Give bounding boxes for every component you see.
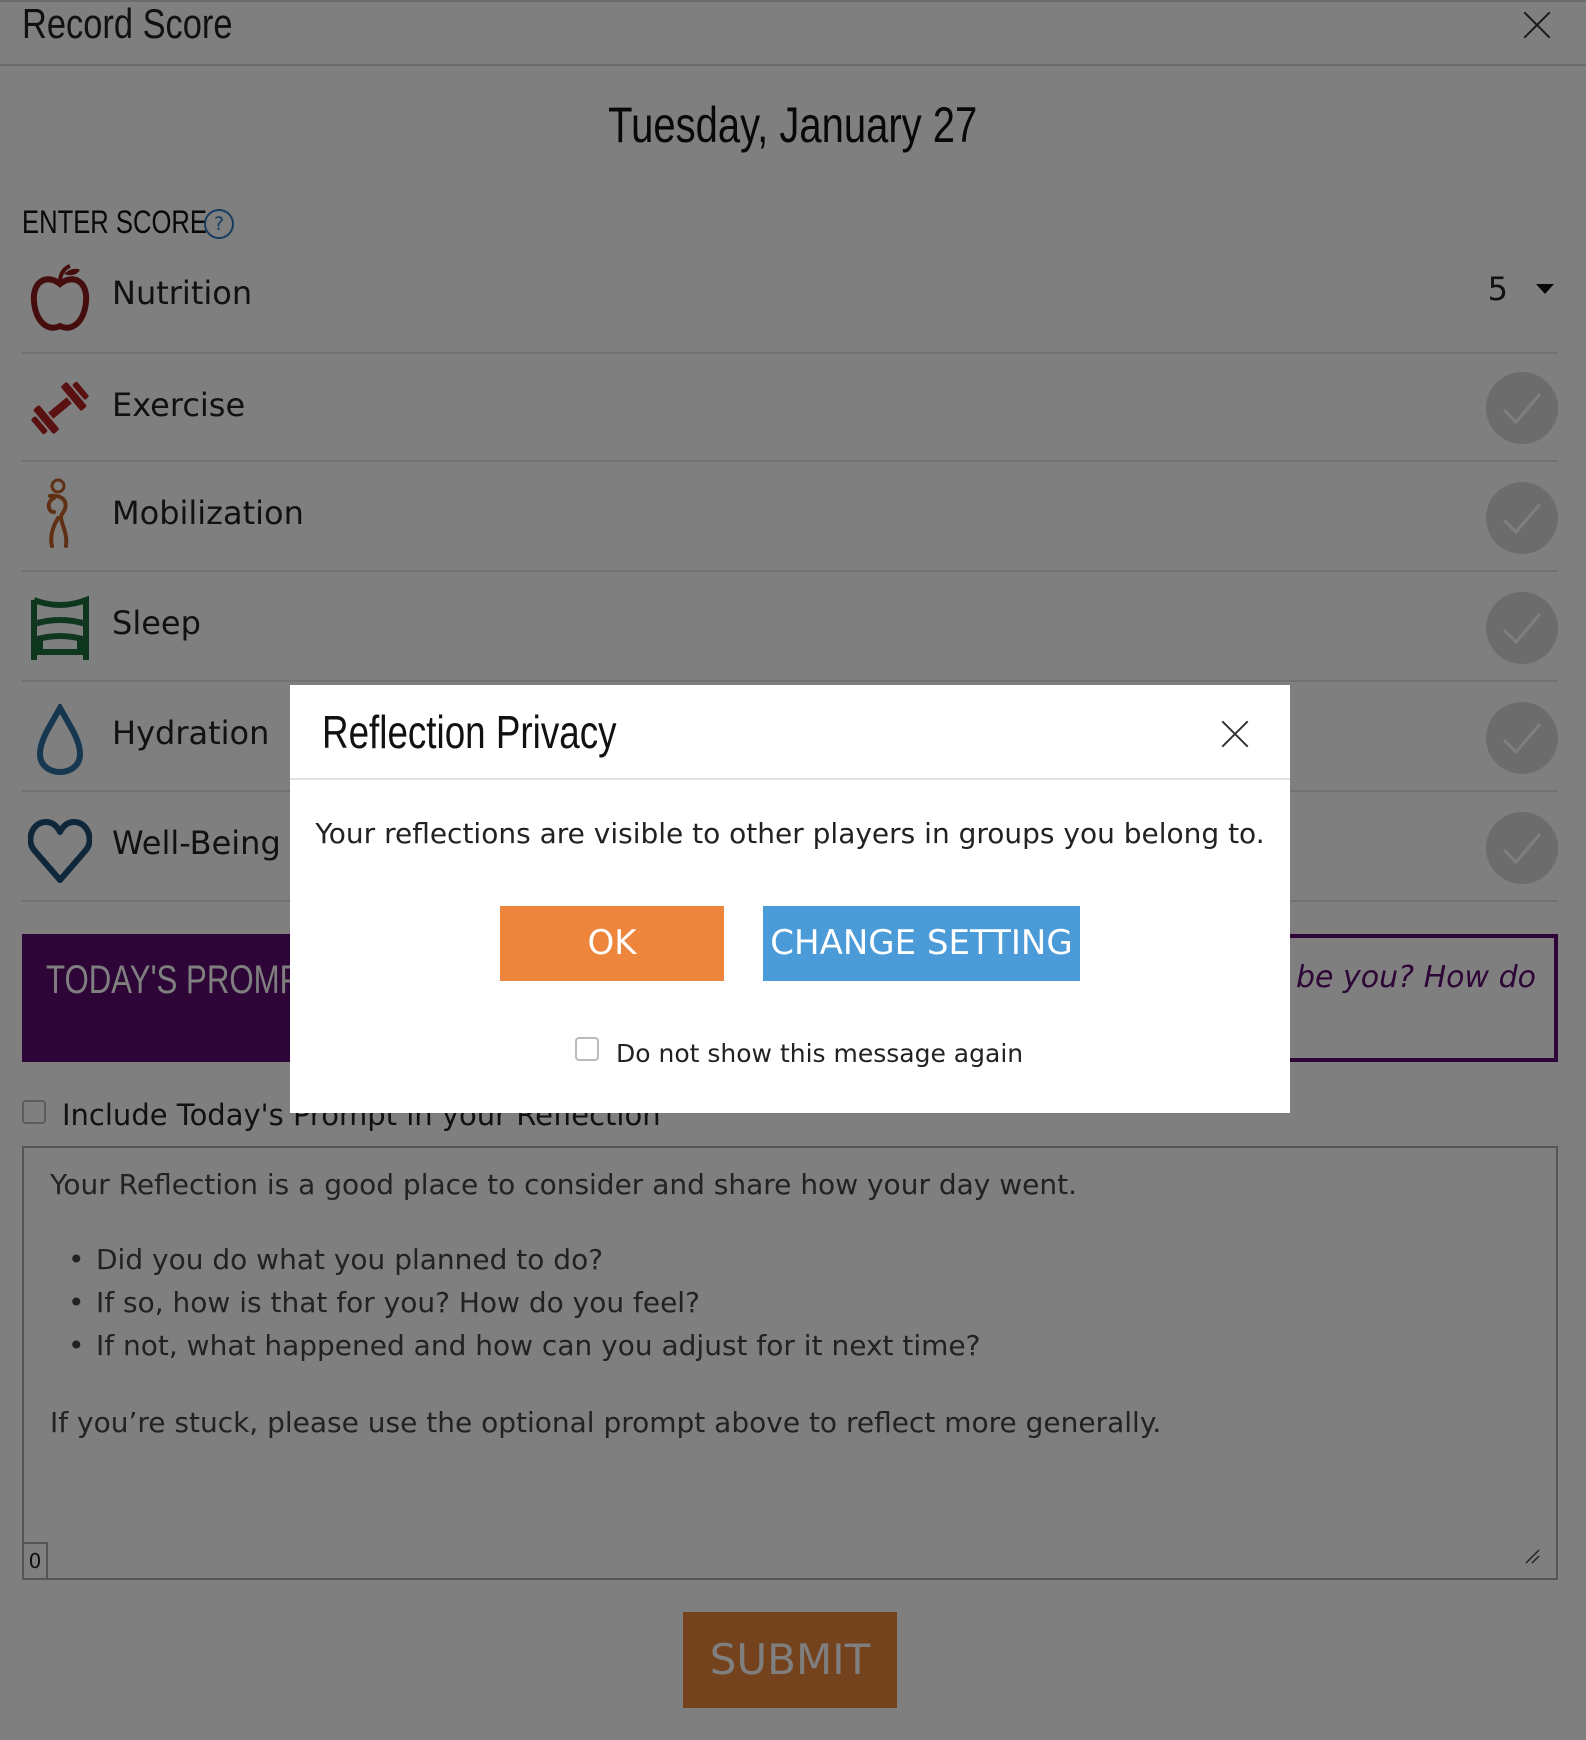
reflection-privacy-modal: Reflection Privacy Your reflections are … bbox=[290, 685, 1290, 1113]
ok-button[interactable]: OK bbox=[500, 906, 724, 981]
modal-header: Reflection Privacy bbox=[290, 685, 1290, 780]
modal-title: Reflection Privacy bbox=[322, 706, 617, 758]
modal-backdrop[interactable]: Reflection Privacy Your reflections are … bbox=[0, 0, 1586, 1740]
dont-show-label: Do not show this message again bbox=[616, 1039, 1024, 1068]
modal-message: Your reflections are visible to other pl… bbox=[315, 817, 1265, 850]
change-setting-button[interactable]: CHANGE SETTING bbox=[763, 906, 1080, 981]
modal-close-icon[interactable] bbox=[1220, 719, 1246, 745]
dont-show-checkbox[interactable] bbox=[575, 1037, 599, 1061]
